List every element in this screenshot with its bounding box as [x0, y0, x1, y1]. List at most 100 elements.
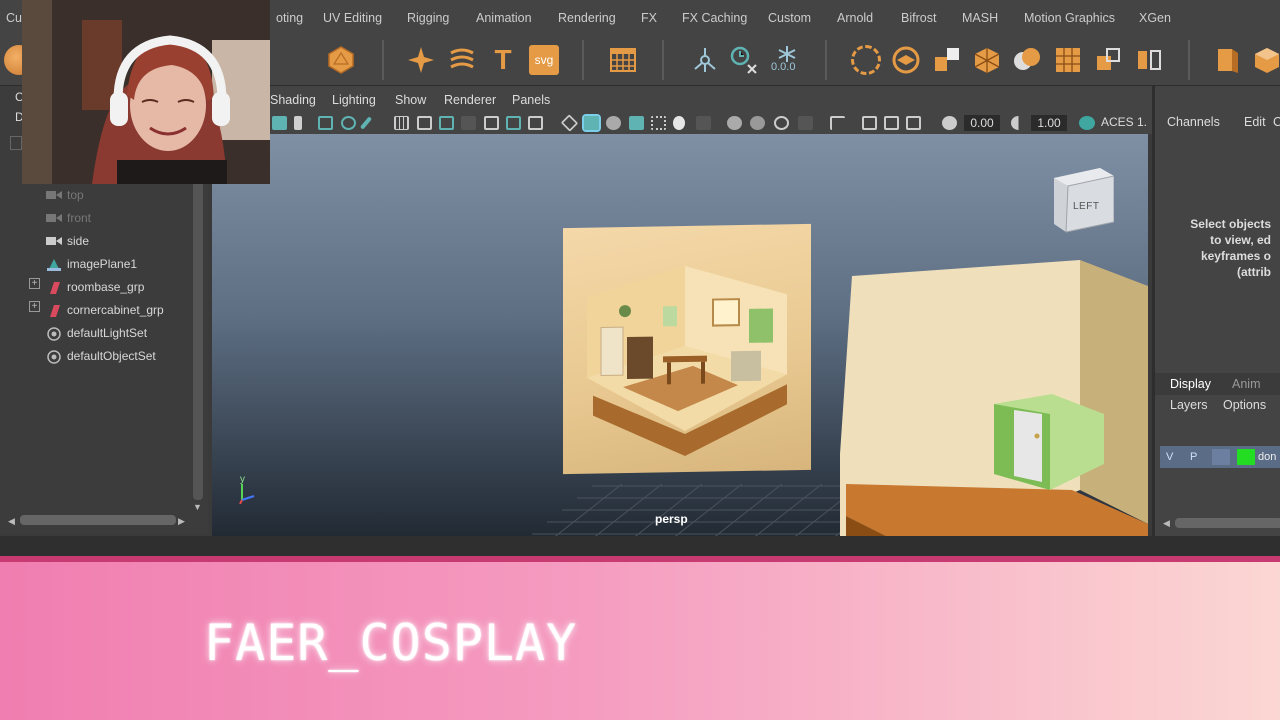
- menu-item-mash[interactable]: MASH: [962, 11, 998, 25]
- time-slider[interactable]: [0, 536, 1280, 558]
- viewport-menu-show[interactable]: Show: [395, 93, 426, 107]
- boolean-icon[interactable]: [1012, 45, 1042, 75]
- perspective-viewport[interactable]: LEFT y persp: [212, 134, 1148, 536]
- channel-horizontal-scrollbar[interactable]: [1175, 518, 1280, 528]
- menu-item-xgen[interactable]: XGen: [1139, 11, 1171, 25]
- menu-item-cu[interactable]: Cu: [6, 11, 22, 25]
- combine-icon[interactable]: [932, 45, 962, 75]
- resolution-gate-icon[interactable]: [439, 116, 454, 130]
- sweep-icon[interactable]: [447, 45, 477, 75]
- menu-item-modeling-tab[interactable]: oting: [276, 11, 303, 25]
- light-bulb-icon[interactable]: [673, 116, 685, 130]
- wireframe-icon[interactable]: [560, 114, 579, 132]
- lasso-icon[interactable]: [851, 45, 881, 75]
- layer-name[interactable]: don: [1258, 451, 1276, 463]
- outliner-item-defaultobjectset[interactable]: defaultObjectSet: [46, 349, 156, 364]
- viewport-menu-shading[interactable]: Shading: [270, 93, 316, 107]
- select-camera-icon[interactable]: [272, 116, 287, 130]
- safe-title-icon[interactable]: [528, 116, 543, 130]
- channel-menu-edit[interactable]: Edit: [1244, 115, 1266, 129]
- outliner-filter-icon[interactable]: [10, 136, 22, 150]
- room-model[interactable]: [832, 254, 1148, 536]
- xray-joints-icon[interactable]: [750, 116, 765, 130]
- outliner-item-front[interactable]: front: [46, 211, 91, 225]
- outliner-item-imageplane1[interactable]: imagePlane1: [46, 257, 137, 271]
- select-tool-icon[interactable]: [830, 116, 845, 130]
- menu-item-rigging[interactable]: Rigging: [407, 11, 449, 25]
- scroll-down-arrow-icon[interactable]: ▼: [193, 502, 202, 512]
- scroll-left-arrow-icon[interactable]: ◀: [1163, 518, 1170, 529]
- layer-type-toggle[interactable]: [1212, 449, 1230, 465]
- scroll-right-arrow-icon[interactable]: ▶: [178, 516, 185, 527]
- outliner-item-defaultlightset[interactable]: defaultLightSet: [46, 326, 147, 341]
- svg-icon[interactable]: svg: [529, 45, 559, 75]
- exposure-field[interactable]: 0.00: [964, 115, 1000, 131]
- viewport-menu-renderer[interactable]: Renderer: [444, 93, 496, 107]
- frame-selected-icon[interactable]: [884, 116, 899, 130]
- use-all-lights-icon[interactable]: [651, 116, 666, 130]
- ambient-occlusion-icon[interactable]: [798, 116, 813, 130]
- polyhedron-icon[interactable]: [326, 45, 356, 75]
- mirror-icon[interactable]: [1134, 45, 1164, 75]
- text-icon[interactable]: T: [488, 45, 518, 75]
- menu-item-animation[interactable]: Animation: [476, 11, 532, 25]
- pivot-icon[interactable]: [690, 45, 720, 75]
- outliner-item-top[interactable]: top: [46, 188, 84, 202]
- outliner-item-roombase-grp[interactable]: roombase_grp: [46, 280, 144, 294]
- color-management-icon[interactable]: [1079, 116, 1095, 130]
- isolate-select-icon[interactable]: [774, 116, 789, 130]
- grid-icon[interactable]: [608, 45, 638, 75]
- sparkle-icon[interactable]: [406, 45, 436, 75]
- freeze-icon[interactable]: 0.0.0: [770, 45, 804, 75]
- frame-all-icon[interactable]: [862, 116, 877, 130]
- viewport-menu-lighting[interactable]: Lighting: [332, 93, 376, 107]
- grease-pencil-icon[interactable]: [359, 116, 373, 130]
- menu-item-fx-caching[interactable]: FX Caching: [682, 11, 747, 25]
- viewport-menu-panels[interactable]: Panels: [512, 93, 550, 107]
- extrude-icon[interactable]: [972, 45, 1002, 75]
- safe-action-icon[interactable]: [506, 116, 521, 130]
- tab-display[interactable]: Display: [1170, 377, 1211, 391]
- menu-item-custom[interactable]: Custom: [768, 11, 811, 25]
- colorspace-label[interactable]: ACES 1.: [1101, 115, 1147, 129]
- film-gate-icon[interactable]: [417, 116, 432, 130]
- image-plane[interactable]: [563, 223, 811, 475]
- layer-color-swatch[interactable]: [1237, 449, 1255, 465]
- channel-menu-channels[interactable]: Channels: [1167, 115, 1220, 129]
- menu-item-uv-editing[interactable]: UV Editing: [323, 11, 382, 25]
- camera-attributes-icon[interactable]: [318, 116, 333, 130]
- bookmark-icon[interactable]: [294, 116, 302, 130]
- scroll-left-arrow-icon[interactable]: ◀: [8, 516, 15, 527]
- layer-visibility-toggle[interactable]: V: [1166, 451, 1173, 463]
- layer-playback-toggle[interactable]: P: [1190, 451, 1197, 463]
- gate-mask-icon[interactable]: [461, 116, 476, 130]
- tab-anim[interactable]: Anim: [1232, 377, 1260, 391]
- menu-item-rendering[interactable]: Rendering: [558, 11, 616, 25]
- default-material-icon[interactable]: [606, 116, 621, 130]
- duplicate-icon[interactable]: [1094, 45, 1124, 75]
- menu-item-bifrost[interactable]: Bifrost: [901, 11, 936, 25]
- smooth-shade-icon[interactable]: [582, 114, 601, 132]
- expand-toggle-roombase[interactable]: +: [29, 278, 40, 289]
- outliner-horizontal-scrollbar[interactable]: [20, 515, 176, 525]
- channel-menu-c[interactable]: C: [1273, 115, 1280, 129]
- options-menu[interactable]: Options: [1223, 398, 1266, 412]
- outliner-item-cornercabinet-grp[interactable]: cornercabinet_grp: [46, 303, 164, 317]
- image-plane-toggle-icon[interactable]: [341, 116, 356, 130]
- grid-toggle-icon[interactable]: [394, 116, 409, 130]
- cube-icon[interactable]: [1212, 45, 1242, 75]
- textured-icon[interactable]: [629, 116, 644, 130]
- exposure-icon[interactable]: [942, 116, 957, 130]
- layers-menu[interactable]: Layers: [1170, 398, 1208, 412]
- field-chart-icon[interactable]: [484, 116, 499, 130]
- menu-item-fx[interactable]: FX: [641, 11, 657, 25]
- menu-item-motion-graphics[interactable]: Motion Graphics: [1024, 11, 1115, 25]
- motion-blur-icon[interactable]: [906, 116, 921, 130]
- display-layer-row[interactable]: V P don: [1160, 446, 1280, 468]
- cube2-icon[interactable]: [1252, 45, 1280, 75]
- gamma-icon[interactable]: [1011, 116, 1026, 130]
- view-cube[interactable]: LEFT: [1052, 168, 1115, 234]
- outliner-item-side[interactable]: side: [46, 234, 89, 248]
- expand-toggle-cornercabinet[interactable]: +: [29, 301, 40, 312]
- gamma-field[interactable]: 1.00: [1031, 115, 1067, 131]
